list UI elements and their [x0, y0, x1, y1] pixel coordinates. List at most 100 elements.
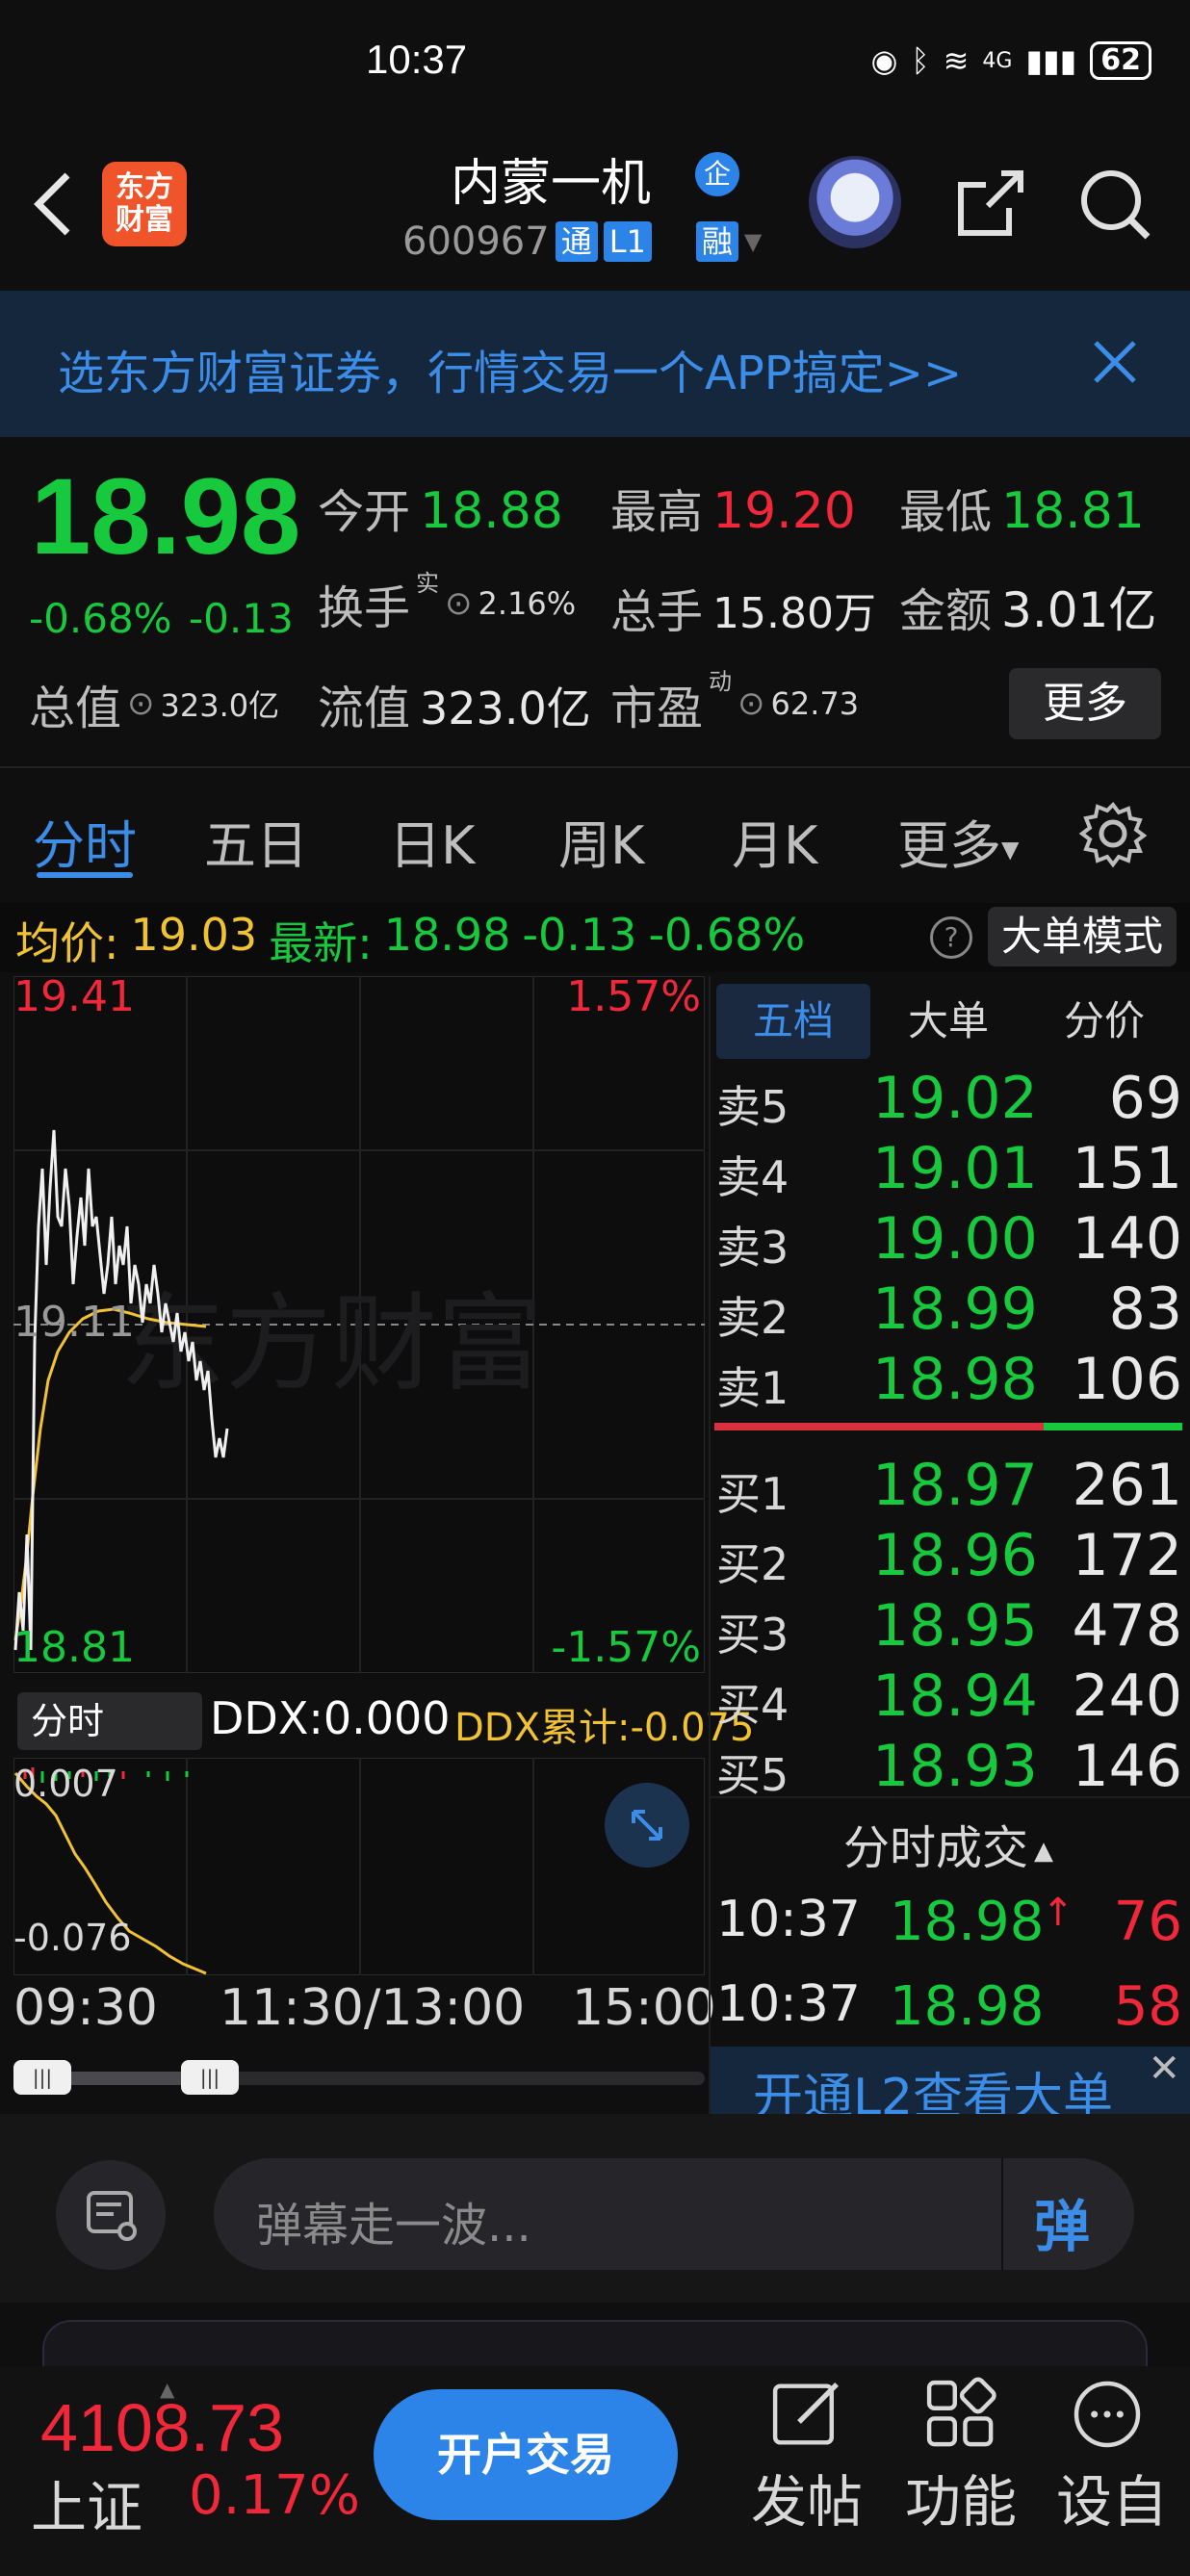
scrollbar-right-handle[interactable]: ||| — [181, 2060, 239, 2095]
more-dots-icon: ⊙ — [445, 584, 473, 623]
robot-assistant-icon[interactable] — [809, 156, 901, 248]
bid-pressure-bar — [714, 1423, 1044, 1430]
bid-row[interactable]: 买2 18.96 172 — [716, 1522, 1182, 1592]
dropdown-caret-icon: ▼ — [743, 228, 763, 255]
ask-price: 18.99 — [872, 1275, 1038, 1343]
bid-row[interactable]: 买3 18.95 478 — [716, 1592, 1182, 1662]
turnover-stat[interactable]: 换手 实 ⊙ 2.16% — [318, 570, 576, 637]
change-value: -0.13 — [189, 595, 294, 642]
open-value: 18.88 — [420, 482, 563, 540]
ask-label: 卖4 — [716, 1151, 789, 1203]
promo-banner-text[interactable]: 选东方财富证券，行情交易一个APP搞定>> — [58, 335, 962, 402]
bid-row[interactable]: 买1 18.97 261 — [716, 1452, 1182, 1522]
tab-more-label: 更多 — [897, 815, 1001, 876]
current-price: 18.98 — [31, 456, 301, 577]
message-settings-icon — [87, 2191, 137, 2241]
bid-row[interactable]: 买5 18.93 146 — [716, 1733, 1182, 1803]
trade-row: 10:37 18.98 58 — [716, 1975, 1182, 2043]
ask-row[interactable]: 卖1 18.98 106 — [716, 1346, 1182, 1416]
nav-settings[interactable]: 设自 — [1040, 2376, 1184, 2559]
ddx-value: DDX:0.000 — [210, 1692, 451, 1744]
trade-time: 10:37 — [716, 1975, 861, 2033]
close-icon[interactable]: ✕ — [1148, 2047, 1180, 2091]
tab-big-orders[interactable]: 大单 — [876, 984, 1021, 1059]
index-name[interactable]: 上证 — [31, 2462, 142, 2543]
ask-row[interactable]: 卖2 18.99 83 — [716, 1275, 1182, 1346]
connect-tag: 通 — [555, 221, 598, 262]
tab-daily-k[interactable]: 日K — [389, 803, 475, 879]
mcap-stat[interactable]: 总值 ⊙ 323.0亿 — [29, 670, 279, 737]
status-bar: 10:37 ◉ ᛒ ≋ 4G ▮▮▮ 62 — [0, 0, 1190, 135]
pe-label: 市盈 — [610, 682, 704, 735]
battery-icon: 62 — [1090, 41, 1151, 80]
trade-volume: 58 — [1113, 1975, 1182, 2038]
back-arrow-icon[interactable] — [27, 166, 85, 243]
ask-row[interactable]: 卖3 19.00 140 — [716, 1205, 1182, 1275]
settings-gear-icon[interactable] — [1078, 799, 1148, 868]
search-icon[interactable] — [1076, 166, 1153, 243]
nav-post[interactable]: 发帖 — [739, 2376, 874, 2559]
float-stat: 流值 323.0亿 — [318, 670, 591, 737]
ask-label: 卖5 — [716, 1081, 789, 1133]
bid-list: 买1 18.97 261 买2 18.96 172 买3 18.95 478 买… — [716, 1452, 1182, 1803]
caret-up-icon: ▲ — [1034, 1837, 1054, 1866]
chart-range-scrollbar[interactable]: ||| ||| — [13, 2060, 705, 2095]
nav-functions[interactable]: 功能 — [893, 2376, 1028, 2559]
tab-five-levels[interactable]: 五档 — [716, 984, 870, 1059]
signal-icon: 4G — [982, 48, 1013, 73]
tab-intraday[interactable]: 分时 — [33, 803, 137, 879]
l2-promo-banner[interactable]: 开通L2查看大单 ✕ — [711, 2047, 1190, 2126]
danmu-input[interactable]: 弹幕走一波... 弹 — [214, 2158, 1134, 2270]
danmu-list-icon[interactable] — [56, 2160, 166, 2270]
chart-bottom-percent: -1.57% — [551, 1623, 701, 1672]
ddx-top-value: 0.007 — [13, 1763, 118, 1805]
close-icon[interactable] — [1086, 333, 1144, 391]
bid-volume: 240 — [1072, 1662, 1182, 1730]
index-value[interactable]: 4108.73 — [40, 2389, 284, 2466]
orderbook-tabs: 五档 大单 分价 — [716, 984, 1182, 1059]
tab-monthly-k[interactable]: 月K — [732, 803, 817, 879]
chart-top-percent: 1.57% — [566, 976, 701, 1021]
bid-label: 买1 — [716, 1468, 789, 1520]
ask-label: 卖3 — [716, 1222, 789, 1274]
bid-volume: 146 — [1072, 1733, 1182, 1800]
ask-volume: 69 — [1108, 1065, 1182, 1132]
expand-chart-button[interactable] — [605, 1783, 689, 1868]
amount-value: 3.01亿 — [1001, 582, 1157, 638]
apps-icon — [926, 2377, 996, 2447]
tab-five-day[interactable]: 五日 — [204, 803, 308, 879]
turnover-value: 2.16% — [478, 585, 577, 622]
mcap-value: 323.0亿 — [160, 687, 280, 724]
volume-label: 总手 — [610, 585, 704, 639]
trades-title-row[interactable]: 分时成交 ▲ — [843, 1810, 1053, 1877]
ddx-indicator-select[interactable]: 分时DDX▼ — [17, 1692, 202, 1800]
danmu-send-button[interactable]: 弹 — [1034, 2181, 1090, 2262]
edit-icon — [772, 2383, 839, 2445]
more-dots-icon: ⊙ — [737, 684, 765, 723]
amount-stat: 金额 3.01亿 — [899, 572, 1156, 641]
ddx-chart[interactable]: 0.007 -0.076 — [13, 1758, 705, 1975]
stock-code-row[interactable]: 600967 通 L1 融 ▼ — [402, 219, 762, 264]
tab-more[interactable]: 更多▼ — [897, 803, 1019, 879]
bid-label: 买4 — [716, 1679, 789, 1731]
tab-price-dist[interactable]: 分价 — [1026, 984, 1182, 1059]
tab-weekly-k[interactable]: 周K — [558, 803, 644, 879]
help-icon[interactable]: ? — [930, 916, 972, 959]
ask-row[interactable]: 卖5 19.02 69 — [716, 1065, 1182, 1135]
share-icon[interactable] — [951, 166, 1028, 243]
bluetooth-icon: ᛒ — [911, 42, 930, 79]
trade-row: 10:37 18.98 ↑ 76 — [716, 1891, 1182, 1958]
intraday-chart[interactable]: 东方财富 19.41 1.57% 19.11 18.81 -1.57% — [13, 976, 705, 1673]
ask-row[interactable]: 卖4 19.01 151 — [716, 1135, 1182, 1205]
scrollbar-left-handle[interactable]: ||| — [13, 2060, 71, 2095]
big-order-mode-button[interactable]: 大单模式 — [988, 907, 1177, 966]
pe-stat[interactable]: 市盈 动 ⊙ 62.73 — [610, 668, 859, 737]
bid-row[interactable]: 买4 18.94 240 — [716, 1662, 1182, 1733]
turnover-sup: 实 — [416, 570, 440, 597]
open-account-button[interactable]: 开户交易 — [374, 2389, 678, 2520]
stock-name[interactable]: 内蒙一机 — [451, 142, 651, 215]
low-label: 最低 — [899, 485, 993, 539]
chart-bottom-price: 18.81 — [13, 1623, 135, 1672]
more-stats-button[interactable]: 更多 — [1009, 668, 1161, 739]
time-start: 09:30 — [13, 1979, 158, 2037]
